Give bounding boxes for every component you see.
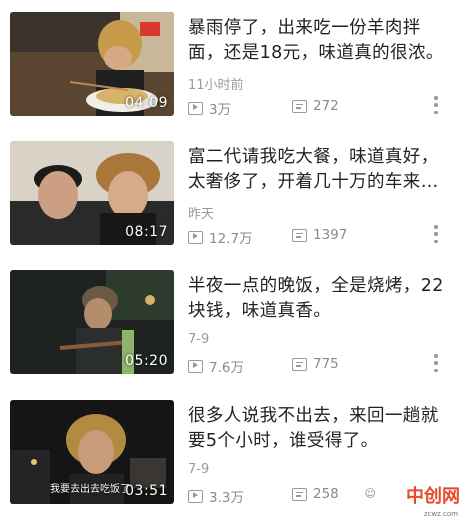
video-list-item[interactable]: 05:20 半夜一点的晚饭，全是烧烤，22块钱，味道真香。 7-9 7.6万 7… xyxy=(0,258,464,386)
play-count-value: 3.3万 xyxy=(209,490,244,506)
more-vertical-icon[interactable] xyxy=(433,96,439,114)
video-thumbnail[interactable]: 05:20 xyxy=(10,270,174,374)
play-count-icon xyxy=(188,489,203,503)
comment-count-value: 1397 xyxy=(313,227,348,243)
video-thumbnail[interactable]: 我要去出去吃饭了 03:51 xyxy=(10,400,174,504)
play-count-value: 12.7万 xyxy=(209,231,253,247)
video-title[interactable]: 半夜一点的晚饭，全是烧烤，22块钱，味道真香。 xyxy=(188,274,450,324)
watermark-url: zcwz.com xyxy=(423,510,458,518)
play-count-value: 3万 xyxy=(209,102,232,118)
play-count-icon xyxy=(188,101,203,115)
comment-count-icon xyxy=(292,99,307,113)
comment-count[interactable]: 272 xyxy=(292,98,339,114)
video-publish-time: 7-9 xyxy=(188,462,210,477)
video-list-item[interactable]: 08:17 富二代请我吃大餐，味道真好，太奢侈了，开着几十万的车来… 昨天 12… xyxy=(0,129,464,257)
more-vertical-icon[interactable] xyxy=(433,354,439,372)
video-duration: 03:51 xyxy=(125,483,168,499)
comment-count-value: 775 xyxy=(313,356,339,372)
play-count-icon xyxy=(188,359,203,373)
video-publish-time: 11小时前 xyxy=(188,78,244,93)
video-list-item[interactable]: 04:09 暴雨停了，出来吃一份羊肉拌面，还是18元，味道真的很浓。 11小时前… xyxy=(0,0,464,128)
comment-count-icon xyxy=(292,487,307,501)
wechat-icon: ☺ xyxy=(364,487,376,500)
video-subtitle: 我要去出去吃饭了 xyxy=(50,484,130,495)
video-thumbnail[interactable]: 08:17 xyxy=(10,141,174,245)
video-thumbnail[interactable]: 04:09 xyxy=(10,12,174,116)
comment-count-value: 258 xyxy=(313,486,339,502)
comment-count[interactable]: 775 xyxy=(292,356,339,372)
play-count-icon xyxy=(188,230,203,244)
more-vertical-icon[interactable] xyxy=(433,225,439,243)
video-title[interactable]: 暴雨停了，出来吃一份羊肉拌面，还是18元，味道真的很浓。 xyxy=(188,16,450,66)
video-title[interactable]: 很多人说我不出去，来回一趟就要5个小时，谁受得了。 xyxy=(188,404,450,454)
comment-count-icon xyxy=(292,357,307,371)
comment-count[interactable]: 258 xyxy=(292,486,339,502)
video-publish-time: 昨天 xyxy=(188,207,215,222)
watermark: ☺ 中创网 zcwz.com xyxy=(354,478,464,518)
video-duration: 04:09 xyxy=(125,95,168,111)
comment-count-icon xyxy=(292,228,307,242)
comment-count-value: 272 xyxy=(313,98,339,114)
play-count-value: 7.6万 xyxy=(209,360,244,376)
play-count: 7.6万 xyxy=(188,356,244,376)
play-count: 3.3万 xyxy=(188,486,244,506)
video-publish-time: 7-9 xyxy=(188,332,210,347)
watermark-logo: 中创网 xyxy=(406,486,460,507)
comment-count[interactable]: 1397 xyxy=(292,227,347,243)
video-duration: 05:20 xyxy=(125,353,168,369)
play-count: 12.7万 xyxy=(188,227,253,247)
video-title[interactable]: 富二代请我吃大餐，味道真好，太奢侈了，开着几十万的车来… xyxy=(188,145,450,195)
video-duration: 08:17 xyxy=(125,224,168,240)
play-count: 3万 xyxy=(188,98,231,118)
